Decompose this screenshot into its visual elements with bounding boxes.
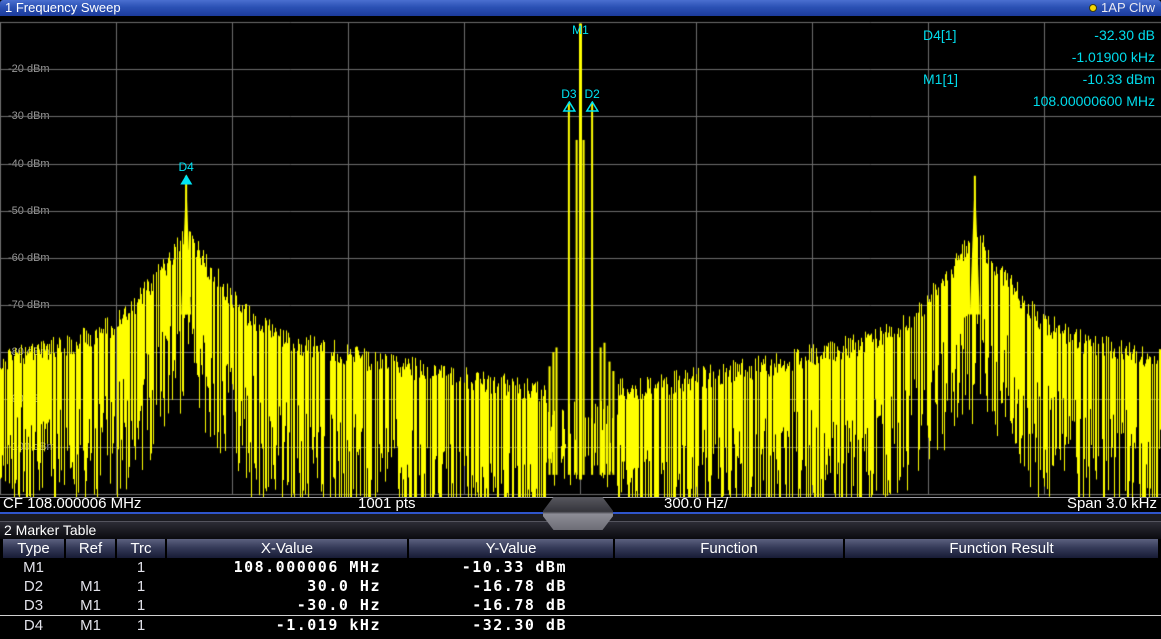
cell-y-value: -10.33 dBm xyxy=(409,558,567,577)
column-header-ref: Ref xyxy=(66,539,115,558)
cell-x-value: 108.000006 MHz xyxy=(167,558,381,577)
cell-ref: M1 xyxy=(66,616,115,635)
readout-value: -1.01900 kHz xyxy=(1072,49,1155,71)
trace-active-dot-icon xyxy=(1089,4,1097,12)
cell-ref: M1 xyxy=(66,596,115,615)
marker-table-header: Type Ref Trc X-Value Y-Value Function Fu… xyxy=(0,539,1161,558)
readout-marker-name xyxy=(900,93,923,115)
window-splitter-handle[interactable] xyxy=(543,497,613,530)
readout-row[interactable]: -1.01900 kHz xyxy=(900,49,1155,71)
readout-value: 108.00000600 MHz xyxy=(1033,93,1155,115)
marker-label: D2 xyxy=(584,88,599,100)
center-frequency-setting[interactable]: CF 108.000006 MHz xyxy=(3,497,141,511)
cell-y-value: -32.30 dB xyxy=(409,616,567,635)
marker-table-row[interactable]: D4 M1 1 -1.019 kHz -32.30 dB xyxy=(0,616,1161,635)
cell-type: M1 xyxy=(3,558,64,577)
span-setting[interactable]: Span 3.0 kHz xyxy=(1067,497,1157,511)
column-header-trc: Trc xyxy=(117,539,165,558)
marker-label: M1 xyxy=(572,24,589,36)
marker-label: D4 xyxy=(178,161,193,173)
frequency-sweep-window: 1 Frequency Sweep 1AP Clrw -20 dBm -30 d… xyxy=(0,0,1161,515)
column-header-function: Function xyxy=(615,539,843,558)
cell-x-value: -1.019 kHz xyxy=(167,616,381,635)
readout-value: -10.33 dBm xyxy=(1083,71,1155,93)
spectrum-display: -20 dBm -30 dBm -40 dBm -50 dBm -60 dBm … xyxy=(0,16,1161,497)
cell-y-value: -16.78 dB xyxy=(409,577,567,596)
column-header-x-value: X-Value xyxy=(167,539,407,558)
cell-trc: 1 xyxy=(117,616,165,635)
readout-row[interactable]: D4[1] -32.30 dB xyxy=(900,27,1155,49)
cell-type: D4 xyxy=(3,616,64,635)
marker-readout-panel: D4[1] -32.30 dB -1.01900 kHz M1[1] -10.3… xyxy=(900,27,1155,115)
hz-per-division-setting[interactable]: 300.0 Hz/ xyxy=(664,497,728,511)
marker-D4[interactable]: D4 xyxy=(178,161,193,185)
delta-marker-outline-triangle-icon xyxy=(585,101,599,112)
readout-marker-name: M1[1] xyxy=(900,71,958,93)
marker-M1[interactable]: M1 xyxy=(572,24,589,37)
marker-table-row[interactable]: D2 M1 1 30.0 Hz -16.78 dB xyxy=(0,577,1161,596)
marker-table-row[interactable]: M1 1 108.000006 MHz -10.33 dBm xyxy=(0,558,1161,577)
window-title: 1 Frequency Sweep xyxy=(5,0,121,16)
marker-label: D3 xyxy=(561,88,576,100)
marker-D2[interactable]: D2 xyxy=(584,88,599,112)
cell-trc: 1 xyxy=(117,596,165,615)
cell-x-value: -30.0 Hz xyxy=(167,596,381,615)
marker-table-window: 2 Marker Table Type Ref Trc X-Value Y-Va… xyxy=(0,521,1161,639)
frequency-sweep-titlebar[interactable]: 1 Frequency Sweep 1AP Clrw xyxy=(0,0,1161,16)
cell-ref: M1 xyxy=(66,577,115,596)
cell-y-value: -16.78 dB xyxy=(409,596,567,615)
marker-D3[interactable]: D3 xyxy=(561,88,576,112)
delta-marker-outline-triangle-icon xyxy=(562,101,576,112)
instrument-screen: 1 Frequency Sweep 1AP Clrw -20 dBm -30 d… xyxy=(0,0,1161,639)
marker-table-row[interactable]: D3 M1 1 -30.0 Hz -16.78 dB xyxy=(0,596,1161,615)
trace-indicator-label: 1AP Clrw xyxy=(1101,0,1155,16)
readout-row[interactable]: M1[1] -10.33 dBm xyxy=(900,71,1155,93)
readout-marker-name xyxy=(900,49,923,71)
cell-type: D2 xyxy=(3,577,64,596)
readout-marker-name: D4[1] xyxy=(900,27,956,49)
trace-indicator[interactable]: 1AP Clrw xyxy=(1089,0,1155,16)
cell-type: D3 xyxy=(3,596,64,615)
column-header-function-result: Function Result xyxy=(845,539,1158,558)
readout-value: -32.30 dB xyxy=(1094,27,1155,49)
cell-trc: 1 xyxy=(117,558,165,577)
column-header-y-value: Y-Value xyxy=(409,539,613,558)
cell-x-value: 30.0 Hz xyxy=(167,577,381,596)
sweep-points-setting[interactable]: 1001 pts xyxy=(358,497,416,511)
cell-trc: 1 xyxy=(117,577,165,596)
delta-marker-filled-triangle-icon xyxy=(179,174,193,185)
column-header-type: Type xyxy=(3,539,64,558)
readout-row[interactable]: 108.00000600 MHz xyxy=(900,93,1155,115)
window-title: 2 Marker Table xyxy=(4,522,96,539)
